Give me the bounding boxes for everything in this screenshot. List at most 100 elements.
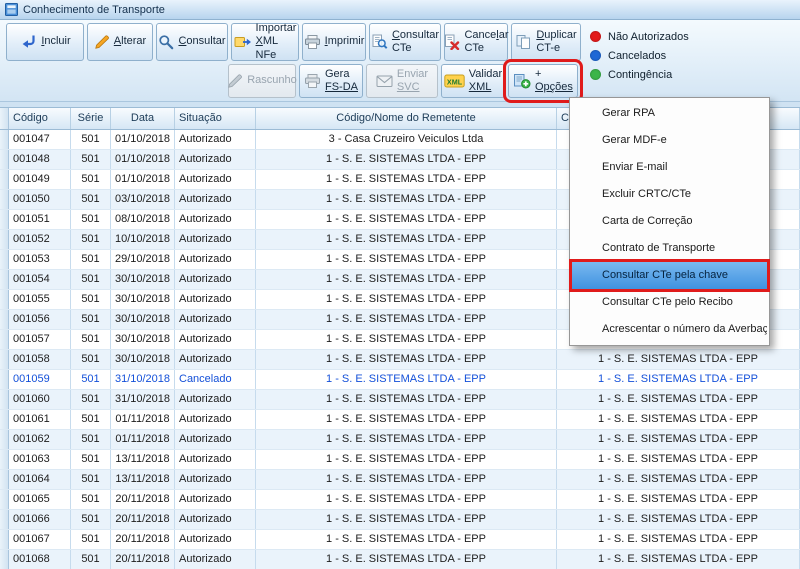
incluir-button[interactable]: Incluir (6, 23, 84, 61)
button-label: EnviarSVC (397, 68, 428, 94)
copy-icon (515, 34, 532, 50)
menu-item-consultar-cte-pela-chave[interactable]: Consultar CTe pela chave (572, 262, 767, 289)
column-header-codigo-nome-do-remetente[interactable]: Código/Nome do Remetente (256, 108, 557, 129)
cell-situacao: Autorizado (175, 270, 256, 289)
menu-item-acrescentar-o-numero-da-averbacao[interactable]: Acrescentar o número da Averbação (572, 316, 767, 343)
table-row[interactable]: 00105950131/10/2018Cancelado1 - S. E. SI… (0, 370, 800, 390)
cell-situacao: Autorizado (175, 150, 256, 169)
alterar-button[interactable]: Alterar (87, 23, 153, 61)
insert-arrow-icon (19, 34, 37, 50)
cell-data: 29/10/2018 (111, 250, 175, 269)
row-indicator (0, 510, 9, 529)
cell-codigo: 001065 (9, 490, 71, 509)
table-row[interactable]: 00106650120/11/2018Autorizado1 - S. E. S… (0, 510, 800, 530)
cell-serie: 501 (71, 250, 111, 269)
table-row[interactable]: 00106750120/11/2018Autorizado1 - S. E. S… (0, 530, 800, 550)
cell-serie: 501 (71, 210, 111, 229)
cell-situacao: Autorizado (175, 210, 256, 229)
column-header-serie[interactable]: Série (71, 108, 111, 129)
cell-situacao: Autorizado (175, 390, 256, 409)
row-indicator (0, 230, 9, 249)
cell-destinatario: 1 - S. E. SISTEMAS LTDA - EPP (557, 450, 800, 469)
cell-codigo: 001064 (9, 470, 71, 489)
table-row[interactable]: 00106450113/11/2018Autorizado1 - S. E. S… (0, 470, 800, 490)
status-dot-icon (590, 69, 601, 80)
fsda-printer-icon (304, 73, 321, 89)
table-row[interactable]: 00106050131/10/2018Autorizado1 - S. E. S… (0, 390, 800, 410)
row-indicator (0, 470, 9, 489)
status-dot-icon (590, 31, 601, 42)
row-indicator (0, 450, 9, 469)
row-indicator (0, 370, 9, 389)
printer-icon (304, 34, 321, 50)
menu-item-gerar-rpa[interactable]: Gerar RPA (572, 100, 767, 127)
column-header-codigo[interactable]: Código (9, 108, 71, 129)
cell-codigo: 001051 (9, 210, 71, 229)
cell-codigo: 001048 (9, 150, 71, 169)
consultar-button[interactable]: Consultar (156, 23, 228, 61)
options-plus-icon (513, 73, 531, 89)
table-row[interactable]: 00106550120/11/2018Autorizado1 - S. E. S… (0, 490, 800, 510)
row-indicator (0, 350, 9, 369)
consultar-cte-button[interactable]: ConsultarCTe (369, 23, 441, 61)
table-row[interactable]: 00106350113/11/2018Autorizado1 - S. E. S… (0, 450, 800, 470)
table-row[interactable]: 00105850130/10/2018Autorizado1 - S. E. S… (0, 350, 800, 370)
cell-data: 31/10/2018 (111, 370, 175, 389)
row-indicator (0, 390, 9, 409)
rascunho-button[interactable]: Rascunho (228, 64, 296, 98)
draft-pencil-icon (227, 73, 243, 89)
cell-situacao: Autorizado (175, 550, 256, 569)
cell-destinatario: 1 - S. E. SISTEMAS LTDA - EPP (557, 470, 800, 489)
search-doc-icon (371, 34, 388, 50)
cell-codigo: 001063 (9, 450, 71, 469)
enviar-svc-button[interactable]: EnviarSVC (366, 64, 438, 98)
cell-serie: 501 (71, 410, 111, 429)
cell-data: 01/10/2018 (111, 170, 175, 189)
toolbar-row-2: RascunhoGeraFS-DA EnviarSVC XMLValidarXML+… (228, 64, 800, 98)
imprimir-button[interactable]: Imprimir (302, 23, 366, 61)
row-indicator (0, 490, 9, 509)
cell-situacao: Autorizado (175, 470, 256, 489)
cell-destinatario: 1 - S. E. SISTEMAS LTDA - EPP (557, 390, 800, 409)
cell-data: 20/11/2018 (111, 550, 175, 569)
cell-remetente: 1 - S. E. SISTEMAS LTDA - EPP (256, 450, 557, 469)
cell-destinatario: 1 - S. E. SISTEMAS LTDA - EPP (557, 410, 800, 429)
cell-serie: 501 (71, 470, 111, 489)
cell-codigo: 001059 (9, 370, 71, 389)
duplicar-cte-button[interactable]: DuplicarCT-e (511, 23, 581, 61)
opcoes-button[interactable]: + Opções (508, 64, 578, 98)
button-label: ValidarXML (469, 68, 502, 94)
cell-data: 01/10/2018 (111, 150, 175, 169)
validar-xml-button[interactable]: XMLValidarXML (441, 64, 505, 98)
column-header-situacao[interactable]: Situação (175, 108, 256, 129)
cell-destinatario: 1 - S. E. SISTEMAS LTDA - EPP (557, 430, 800, 449)
cell-data: 30/10/2018 (111, 270, 175, 289)
gera-fsda-button[interactable]: GeraFS-DA (299, 64, 363, 98)
menu-item-consultar-cte-pelo-recibo[interactable]: Consultar CTe pelo Recibo (572, 289, 767, 316)
table-row[interactable]: 00106850120/11/2018Autorizado1 - S. E. S… (0, 550, 800, 569)
menu-item-contrato-de-transporte[interactable]: Contrato de Transporte (572, 235, 767, 262)
importar-xml-nfe-button[interactable]: ImportarXML NFe (231, 23, 299, 61)
column-header-data[interactable]: Data (111, 108, 175, 129)
import-xml-icon (234, 34, 252, 50)
cell-destinatario: 1 - S. E. SISTEMAS LTDA - EPP (557, 370, 800, 389)
cell-remetente: 1 - S. E. SISTEMAS LTDA - EPP (256, 490, 557, 509)
cancelar-cte-button[interactable]: CancelarCTe (444, 23, 508, 61)
menu-item-enviar-e-mail[interactable]: Enviar E-mail (572, 154, 767, 181)
cell-remetente: 3 - Casa Cruzeiro Veiculos Ltda (256, 130, 557, 149)
status-legend: Não AutorizadosCanceladosContingência (590, 27, 689, 84)
row-indicator (0, 330, 9, 349)
table-row[interactable]: 00106250101/11/2018Autorizado1 - S. E. S… (0, 430, 800, 450)
cell-serie: 501 (71, 270, 111, 289)
cell-serie: 501 (71, 370, 111, 389)
menu-item-gerar-mdf-e[interactable]: Gerar MDF-e (572, 127, 767, 154)
cell-data: 20/11/2018 (111, 530, 175, 549)
cell-remetente: 1 - S. E. SISTEMAS LTDA - EPP (256, 470, 557, 489)
row-indicator (0, 190, 9, 209)
menu-item-excluir-crtc-cte[interactable]: Excluir CRTC/CTe (572, 181, 767, 208)
row-indicator (0, 150, 9, 169)
menu-item-carta-de-correcao[interactable]: Carta de Correção (572, 208, 767, 235)
cell-codigo: 001066 (9, 510, 71, 529)
row-indicator (0, 290, 9, 309)
table-row[interactable]: 00106150101/11/2018Autorizado1 - S. E. S… (0, 410, 800, 430)
